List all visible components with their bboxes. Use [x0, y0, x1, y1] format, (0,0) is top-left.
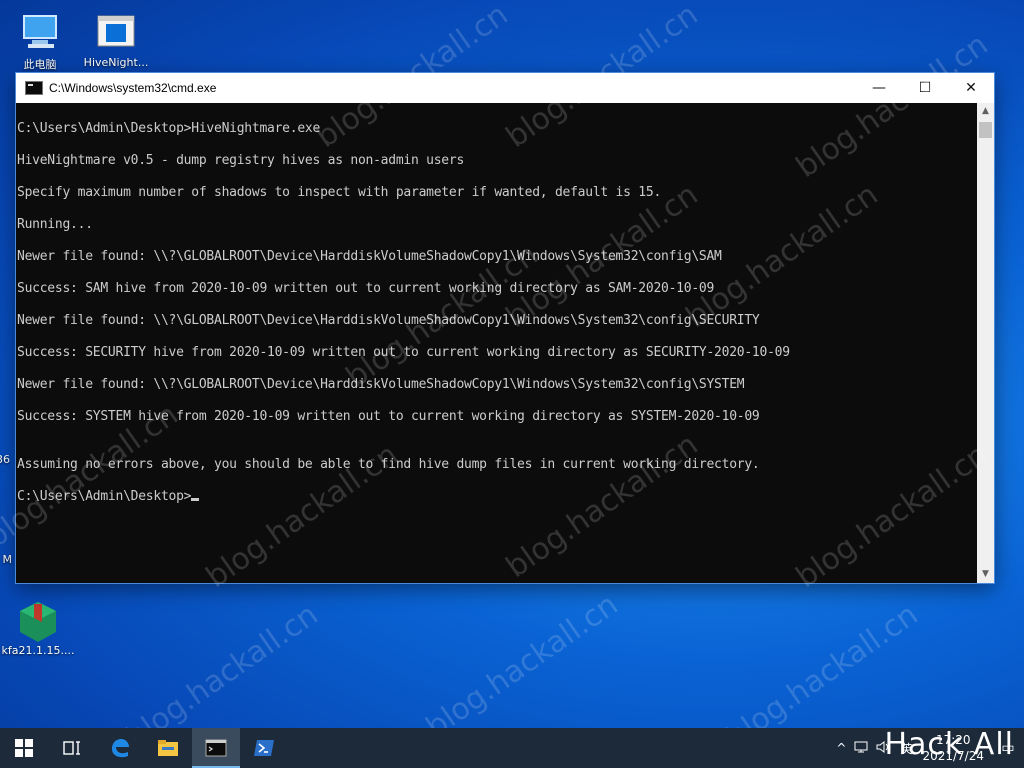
scrollbar-thumb[interactable] — [979, 122, 992, 138]
console-line: Newer file found: \\?\GLOBALROOT\Device\… — [17, 249, 722, 264]
console-line: Success: SYSTEM hive from 2020-10-09 wri… — [17, 409, 760, 424]
desktop-icon-label: HiveNight... — [83, 56, 149, 69]
task-view-button[interactable] — [48, 728, 96, 768]
desktop-icon-this-pc[interactable]: 此电脑 — [2, 10, 78, 72]
console-line: Newer file found: \\?\GLOBALROOT\Device\… — [17, 377, 745, 392]
console-line: Assuming no errors above, you should be … — [17, 457, 760, 472]
console-prompt: C:\Users\Admin\Desktop> — [17, 489, 192, 504]
network-icon[interactable] — [854, 741, 868, 756]
maximize-button[interactable]: ☐ — [902, 73, 948, 103]
text-cursor — [191, 498, 200, 501]
scroll-down-arrow-icon[interactable]: ▼ — [977, 566, 994, 583]
show-hidden-icons-chevron-icon[interactable]: ^ — [836, 741, 846, 755]
console-line: C:\Users\Admin\Desktop>HiveNightmare.exe — [17, 121, 321, 136]
start-icon — [15, 739, 33, 757]
console-line: Success: SECURITY hive from 2020-10-09 w… — [17, 345, 790, 360]
console-prompt-line[interactable]: C:\Users\Admin\Desktop> — [17, 489, 200, 504]
console-line: Specify maximum number of shadows to ins… — [17, 185, 662, 200]
console-line: HiveNightmare v0.5 - dump registry hives… — [17, 153, 465, 168]
console-line: Newer file found: \\?\GLOBALROOT\Device\… — [17, 313, 760, 328]
desktop-icon-partial[interactable]: 36 — [0, 453, 10, 466]
console-line: Success: SAM hive from 2020-10-09 writte… — [17, 281, 715, 296]
desktop-icon-partial[interactable]: M — [0, 553, 13, 566]
edge-icon — [112, 739, 129, 758]
taskbar-app-file-explorer[interactable] — [144, 728, 192, 768]
cmd-window[interactable]: C:\Windows\system32\cmd.exe — ☐ ✕ C:\Use… — [16, 73, 994, 583]
powershell-icon — [254, 740, 274, 756]
computer-icon — [18, 10, 62, 54]
console-output[interactable]: C:\Users\Admin\Desktop>HiveNightmare.exe… — [16, 103, 976, 583]
desktop-icon-hivenightmare[interactable]: HiveNight... — [78, 10, 154, 69]
close-button[interactable]: ✕ — [948, 73, 994, 103]
watermark: blog.hackall.cn — [419, 587, 625, 745]
file-explorer-icon — [158, 740, 178, 756]
package-icon — [16, 598, 60, 642]
start-button[interactable] — [0, 728, 48, 768]
minimize-button[interactable]: — — [856, 73, 902, 103]
scroll-up-arrow-icon[interactable]: ▲ — [977, 103, 994, 120]
taskbar: ^ 英 17:20 2021/7/24 ▭ Hack All — [0, 727, 1024, 768]
desktop-icon-kfa[interactable]: kfa21.1.15.... — [0, 598, 76, 657]
desktop-icon-label: 此电脑 — [23, 58, 57, 71]
console-app-icon — [25, 81, 43, 95]
task-view-icon — [63, 741, 80, 755]
taskbar-app-powershell[interactable] — [240, 728, 288, 768]
brand-watermark: Hack All — [884, 727, 1014, 762]
exe-file-icon — [94, 10, 138, 54]
taskbar-app-cmd[interactable] — [192, 728, 240, 768]
console-line: Running... — [17, 217, 93, 232]
vertical-scrollbar[interactable]: ▲ ▼ — [977, 103, 994, 583]
window-controls: — ☐ ✕ — [856, 73, 994, 103]
taskbar-app-edge[interactable] — [96, 728, 144, 768]
title-bar[interactable]: C:\Windows\system32\cmd.exe — ☐ ✕ — [16, 73, 994, 103]
desktop-icon-label: 36 — [0, 453, 10, 466]
window-title: C:\Windows\system32\cmd.exe — [49, 81, 217, 95]
desktop-icon-label: M — [2, 553, 13, 566]
cmd-icon — [205, 739, 227, 757]
